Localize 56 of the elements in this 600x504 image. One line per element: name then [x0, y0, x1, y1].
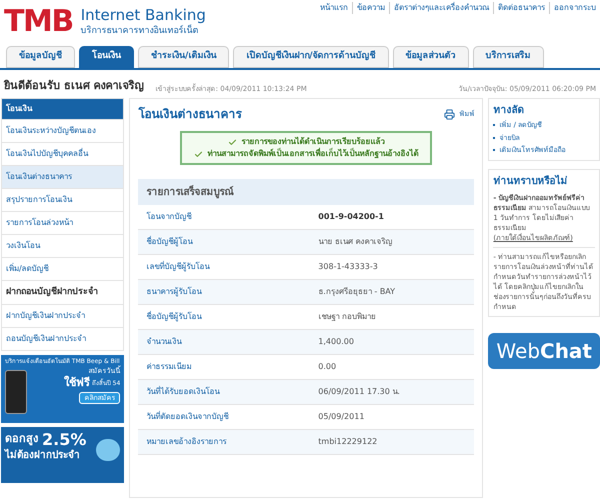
- field-value: เชษฐา กอบพิมาย: [318, 311, 376, 323]
- field-label: จำนวนเงิน: [145, 336, 183, 348]
- field-value: 308-1-43333-3: [318, 261, 378, 273]
- panel-title: ทางลัด: [493, 104, 524, 118]
- field-value: 0.00: [318, 361, 336, 373]
- field-label: โอนจากบัญชี: [145, 211, 192, 223]
- message-text: รายการของท่านได้ดำเนินการเรียบร้อยแล้ว: [241, 136, 384, 148]
- nav-tab[interactable]: บริการเสริม: [472, 46, 544, 68]
- sidebar-item[interactable]: โอนเงินต่างธนาคาร: [2, 165, 124, 188]
- panel-title: ท่านทราบหรือไม่: [493, 174, 568, 188]
- check-icon: [194, 150, 204, 158]
- nav-tab[interactable]: เปิดบัญชีเงินฝาก/จัดการด้านบัญชี: [233, 46, 389, 68]
- site-title: Internet Banking: [80, 6, 206, 24]
- field-label: ชื่อบัญชีผู้รับโอน: [145, 311, 203, 323]
- field-value: 001-9-04200-1: [318, 211, 384, 223]
- top-link[interactable]: ออกจากระบ: [549, 2, 600, 14]
- table-header: รายการเสร็จสมบูรณ์: [138, 179, 474, 205]
- field-value: tmbi12229122: [318, 436, 378, 448]
- top-link[interactable]: อัตราต่างๆและเครื่องคำนวณ: [389, 2, 493, 14]
- welcome-text: ยินดีต้อนรับ ธเนศ คงคาเจริญ: [4, 78, 144, 94]
- check-icon: [228, 138, 238, 146]
- banner-text: ไม่ต้องฝากประจำ: [5, 448, 81, 462]
- printer-icon: [444, 108, 456, 120]
- top-link[interactable]: ข้อความ: [352, 2, 389, 14]
- banner-text: ใช้ฟรี: [64, 376, 90, 388]
- nav-tab[interactable]: โอนเงิน: [79, 46, 134, 68]
- site-subtitle: บริการธนาคารทางอินเทอร์เน็ต: [80, 24, 200, 38]
- page-title: โอนเงินต่างธนาคาร: [138, 106, 242, 123]
- field-value: 1,400.00: [318, 336, 354, 348]
- sidebar-header: โอนเงิน: [2, 99, 124, 119]
- bullet-icon: [493, 136, 496, 139]
- banner-text: ดอกสูง: [5, 431, 38, 448]
- message-text: ท่านสามารถจัดพิมพ์เป็นเอกสารเพื่อเก็บไว้เป็นหลักฐานอ้างอิงได้: [207, 148, 418, 160]
- top-link[interactable]: หน้าแรก: [316, 2, 352, 14]
- webchat-button[interactable]: WebChat: [488, 332, 600, 368]
- nav-tab[interactable]: ข้อมูลบัญชี: [6, 46, 75, 68]
- promo-banner[interactable]: ดอกสูง 2.5% ไม่ต้องฝากประจำ: [1, 427, 124, 483]
- nav-tab[interactable]: ข้อมูลส่วนตัว: [392, 46, 469, 68]
- field-label: หมายเลขอ้างอิงรายการ: [145, 436, 228, 448]
- banner-rate: 2.5%: [42, 432, 86, 448]
- field-label: วันที่ได้รับยอดเงินโอน: [145, 386, 221, 398]
- logo-mark: TMB: [4, 7, 73, 37]
- field-label: ค่าธรรมเนียม: [145, 361, 192, 373]
- nav-tab[interactable]: ชำระเงิน/เติมเงิน: [138, 46, 230, 68]
- field-value: นาย ธเนศ คงคาเจริญ: [318, 236, 392, 248]
- field-label: เลขที่บัญชีผู้รับโอน: [145, 261, 211, 273]
- field-label: วันที่ตัดยอดเงินจากบัญชี: [145, 411, 230, 423]
- phone-drawing: [5, 370, 27, 414]
- field-value: 05/09/2011: [318, 411, 364, 423]
- field-value: ธ.กรุงศรีอยุธยา - BAY: [318, 286, 396, 298]
- field-label: ชื่อบัญชีผู้โอน: [145, 236, 194, 248]
- field-label: ธนาคารผู้รับโอน: [145, 286, 203, 298]
- field-value: 06/09/2011 17.30 น.: [318, 386, 400, 398]
- bullet-icon: [493, 124, 496, 126]
- top-link[interactable]: ติดต่อธนาคาร: [493, 2, 549, 14]
- bullet-icon: [493, 149, 496, 152]
